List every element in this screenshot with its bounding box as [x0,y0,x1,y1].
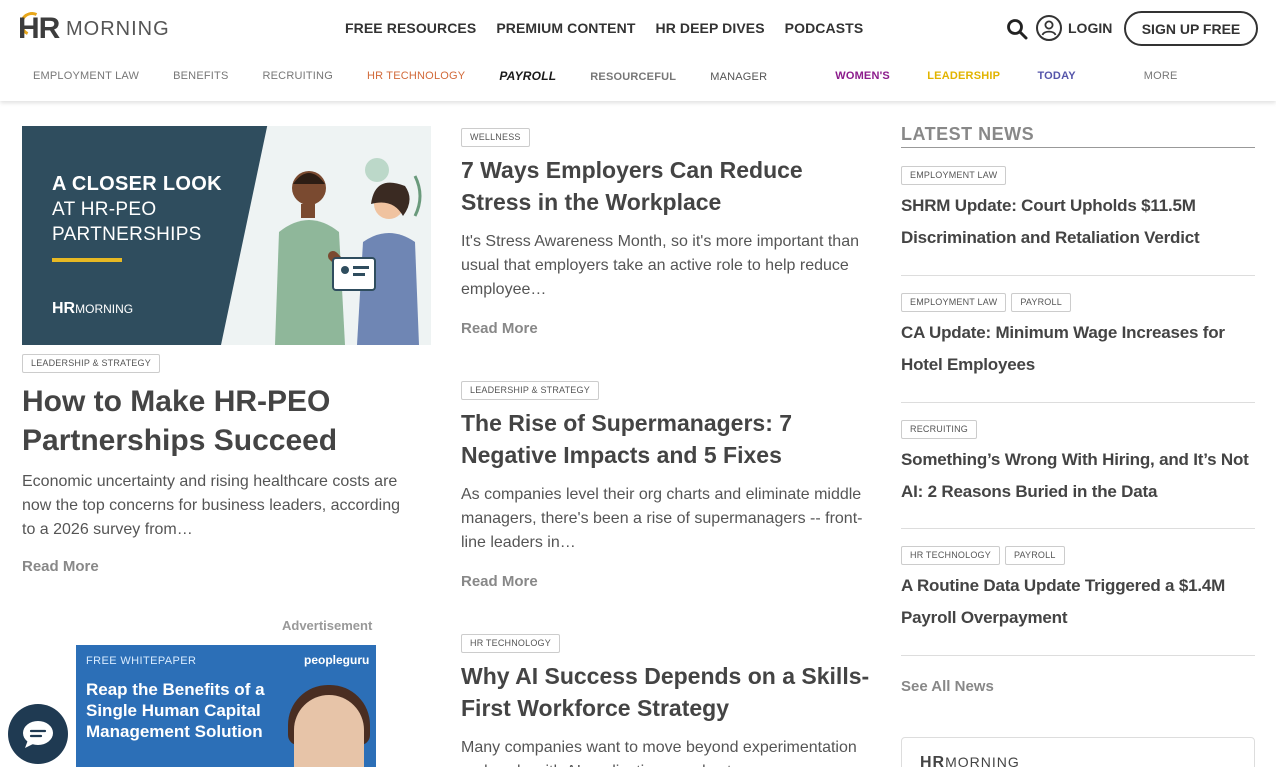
article-read-more-link[interactable]: Read More [461,573,538,590]
nav-podcasts[interactable]: PODCASTS [785,18,864,38]
leadership-word: LEADERSHIP [927,69,1001,82]
article-read-more-link[interactable]: Read More [461,320,538,337]
main-nav: FREE RESOURCES PREMIUM CONTENT HR DEEP D… [345,18,863,38]
news-category-tag[interactable]: EMPLOYMENT LAW [901,293,1007,312]
advertisement-label: Advertisement [282,618,373,633]
article-excerpt: Many companies want to move beyond exper… [461,739,857,767]
divider [901,402,1255,403]
promo-logo: HRMORNING [920,754,1020,767]
hrmorning-logo[interactable]: HR MORNING [16,8,178,48]
promo-logo-word: MORNING [945,754,1020,767]
hero-line-1: A CLOSER LOOK [52,173,222,195]
divider [901,528,1255,529]
article-category-tag[interactable]: LEADERSHIP & STRATEGY [461,381,599,400]
site-header: HR MORNING FREE RESOURCES PREMIUM CONTEN… [0,0,1276,101]
featured-image[interactable]: A CLOSER LOOK AT HR-PEO PARTNERSHIPS HRM… [22,126,431,345]
news-item: EMPLOYMENT LAW PAYROLL CA Update: Minimu… [901,293,1255,381]
logo-mark: HR [18,12,60,45]
article-excerpt: It's Stress Awareness Month, so it's mor… [461,233,859,298]
user-icon [1036,15,1062,41]
newsletter-promo-box: HRMORNING [901,737,1255,767]
signup-button[interactable]: SIGN UP FREE [1124,11,1258,46]
ad-headline: Reap the Benefits of a Single Human Capi… [86,680,265,741]
divider [901,275,1255,276]
ad-kicker: FREE WHITEPAPER [86,655,197,667]
featured-excerpt: Economic uncertainty and rising healthca… [22,473,400,538]
hero-line-2: AT HR-PEO [52,199,157,220]
subnav-benefits[interactable]: BENEFITS [173,68,228,84]
resourceful-word: resourceful [590,71,677,83]
news-category-tag[interactable]: EMPLOYMENT LAW [901,166,1007,185]
article-title[interactable]: Why AI Success Depends on a Skills-First… [461,660,871,724]
article-category-tag[interactable]: WELLNESS [461,128,530,147]
news-category-tag[interactable]: HR TECHNOLOGY [901,546,1000,565]
news-item: EMPLOYMENT LAW SHRM Update: Court Uphold… [901,166,1255,254]
manager-word: manager [710,71,768,83]
news-title[interactable]: SHRM Update: Court Upholds $11.5M Discri… [901,190,1255,254]
article-category-tag[interactable]: HR TECHNOLOGY [461,634,560,653]
see-all-news-link[interactable]: See All News [901,678,994,695]
news-title[interactable]: A Routine Data Update Triggered a $1.4M … [901,570,1255,634]
nav-free-resources[interactable]: FREE RESOURCES [345,18,476,38]
ad-brand: peopleguru [304,653,370,667]
nav-premium-content[interactable]: PREMIUM CONTENT [496,18,635,38]
news-title[interactable]: Something’s Wrong With Hiring, and It’s … [901,444,1255,508]
news-title[interactable]: CA Update: Minimum Wage Increases for Ho… [901,317,1255,381]
search-icon[interactable] [1006,18,1028,40]
article-card: WELLNESS 7 Ways Employers Can Reduce Str… [461,127,871,338]
latest-news-heading: LATEST NEWS [901,124,1255,148]
logo-word: MORNING [66,18,170,40]
hero-logo-word: MORNING [75,302,134,316]
news-item: HR TECHNOLOGY PAYROLL A Routine Data Upd… [901,546,1255,634]
featured-title[interactable]: How to Make HR-PEO Partnerships Succeed [22,382,422,460]
featured-read-more-link[interactable]: Read More [22,558,99,575]
article-excerpt: As companies level their org charts and … [461,486,863,551]
sub-nav: EMPLOYMENT LAW BENEFITS RECRUITING HR TE… [33,67,1212,85]
subnav-employment-law[interactable]: EMPLOYMENT LAW [33,68,139,84]
hero-logo: HRMORNING [52,300,133,318]
people-illustration [275,158,422,345]
hero-image-text: A CLOSER LOOK AT HR-PEO PARTNERSHIPS [52,172,222,247]
divider [901,655,1255,656]
promo-logo-mark: HR [920,754,946,767]
today-word: TODAY [1037,69,1076,82]
subnav-payroll[interactable]: PAYROLL [499,68,556,84]
news-category-tag[interactable]: PAYROLL [1004,546,1065,565]
article-title[interactable]: 7 Ways Employers Can Reduce Stress in th… [461,154,871,218]
subnav-more[interactable]: MORE [1144,68,1178,84]
news-item: RECRUITING Something’s Wrong With Hiring… [901,420,1255,508]
subnav-recruiting[interactable]: RECRUITING [263,68,333,84]
subnav-womens-leadership-today[interactable]: WOMEN'S LEADERSHIP TODAY [835,68,1110,85]
hero-accent-bar [52,258,122,262]
advertisement-banner[interactable]: FREE WHITEPAPER peopleguru Reap the Bene… [76,645,376,767]
subnav-hr-technology[interactable]: HR TECHNOLOGY [367,68,465,84]
news-category-tag[interactable]: RECRUITING [901,420,977,439]
article-title[interactable]: The Rise of Supermanagers: 7 Negative Im… [461,407,871,471]
login-label: LOGIN [1068,20,1113,36]
hero-logo-mark: HR [52,300,76,317]
article-card: LEADERSHIP & STRATEGY The Rise of Superm… [461,380,871,591]
login-link[interactable]: LOGIN [1036,15,1112,41]
chat-icon[interactable] [8,704,68,764]
womens-word: WOMEN'S [835,69,890,82]
hero-line-3: PARTNERSHIPS [52,224,202,245]
nav-hr-deep-dives[interactable]: HR DEEP DIVES [655,18,764,38]
subnav-resourceful-manager[interactable]: resourceful manager [590,67,801,85]
ad-person-image [294,695,364,767]
featured-category-tag[interactable]: LEADERSHIP & STRATEGY [22,354,160,373]
article-card: HR TECHNOLOGY Why AI Success Depends on … [461,633,871,767]
news-category-tag[interactable]: PAYROLL [1011,293,1071,312]
